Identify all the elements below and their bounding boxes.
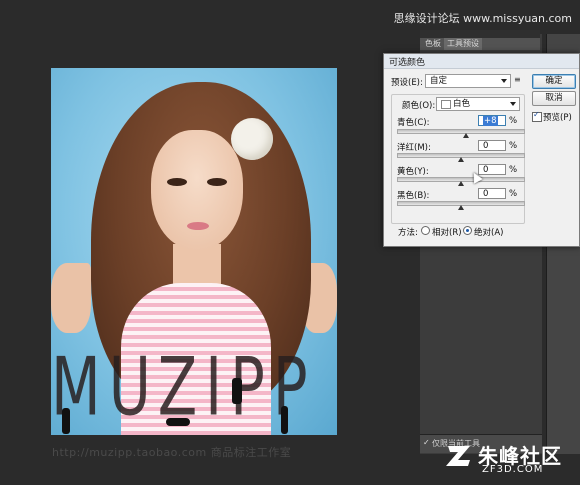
dialog-title: 可选颜色: [389, 58, 426, 68]
photo-face: [151, 130, 243, 250]
magenta-slider-thumb[interactable]: [458, 157, 464, 162]
tab-swatches[interactable]: 色板: [422, 38, 444, 50]
silhouette-figure: [281, 406, 288, 434]
yellow-label: 黄色(Y):: [397, 167, 429, 177]
preset-select[interactable]: 自定: [425, 74, 511, 88]
magenta-slider[interactable]: [397, 153, 525, 162]
photo-eye-left: [167, 178, 187, 186]
method-absolute-label: 绝对(A): [474, 228, 504, 238]
cyan-slider-thumb[interactable]: [463, 133, 470, 138]
method-label: 方法:: [398, 228, 418, 238]
black-slider[interactable]: [397, 201, 525, 210]
photo-eye-right: [207, 178, 227, 186]
photo-lips: [187, 222, 209, 230]
preset-menu-icon[interactable]: ≡: [514, 75, 523, 84]
preview-label: 预览(P): [543, 113, 572, 123]
panel-topbar[interactable]: [420, 30, 540, 38]
yellow-slider-thumb[interactable]: [458, 181, 464, 186]
ok-button[interactable]: 确定: [532, 74, 576, 89]
dialog-title-bar[interactable]: 可选颜色: [384, 54, 579, 69]
checkmark-icon[interactable]: ✓: [423, 438, 430, 447]
logo-domain: ZF3D.COM: [482, 464, 544, 475]
magenta-label: 洋红(M):: [397, 143, 431, 153]
selective-color-dialog: 可选颜色 预设(E): 自定 ≡ 颜色(O): 白色 青色(C): +8 % 洋…: [383, 53, 580, 247]
colors-label: 颜色(O):: [402, 101, 436, 111]
yellow-input[interactable]: 0: [478, 164, 506, 175]
magenta-input[interactable]: 0: [478, 140, 506, 151]
panel-tabs: 色板 工具预设: [420, 38, 540, 50]
black-label: 黑色(B):: [397, 191, 430, 201]
chevron-down-icon: [510, 102, 516, 106]
method-absolute-radio[interactable]: [463, 226, 472, 235]
silhouette-figure: [62, 408, 70, 434]
black-slider-thumb[interactable]: [458, 205, 464, 210]
black-input[interactable]: 0: [478, 188, 506, 199]
site-header: 思缘设计论坛 www.missyuan.com: [393, 12, 572, 25]
photo-flower: [231, 118, 273, 160]
cyan-label: 青色(C):: [397, 118, 430, 128]
photo-arm-left: [51, 263, 91, 333]
silhouette-figure: [232, 378, 242, 404]
method-relative-radio[interactable]: [421, 226, 430, 235]
colors-select[interactable]: 白色: [436, 97, 520, 111]
cyan-slider[interactable]: [397, 129, 525, 138]
yellow-percent: %: [509, 165, 518, 175]
zf3d-logo-icon: [446, 446, 470, 466]
white-swatch-icon: [441, 100, 451, 109]
black-percent: %: [509, 189, 518, 199]
color-group-box: 颜色(O): 白色 青色(C): +8 % 洋红(M): 0 % 黄色(Y): …: [391, 94, 525, 224]
tab-tool-presets[interactable]: 工具预设: [444, 38, 482, 50]
preset-value: 自定: [430, 76, 448, 86]
colors-value: 白色: [453, 99, 471, 109]
cancel-button[interactable]: 取消: [532, 91, 576, 106]
silhouette-figure: [166, 418, 190, 426]
canvas-url-text: http://muzipp.taobao.com 商品标注工作室: [52, 446, 292, 459]
preview-checkbox[interactable]: [532, 110, 542, 122]
canvas-watermark-text: MUZIPP: [51, 341, 316, 435]
preset-label: 预设(E):: [391, 78, 423, 88]
cyan-input[interactable]: +8: [478, 115, 506, 126]
magenta-percent: %: [509, 141, 518, 151]
chevron-down-icon: [501, 79, 507, 83]
cyan-percent: %: [509, 116, 518, 126]
yellow-slider[interactable]: [397, 177, 525, 186]
method-relative-label: 相对(R): [432, 228, 462, 238]
